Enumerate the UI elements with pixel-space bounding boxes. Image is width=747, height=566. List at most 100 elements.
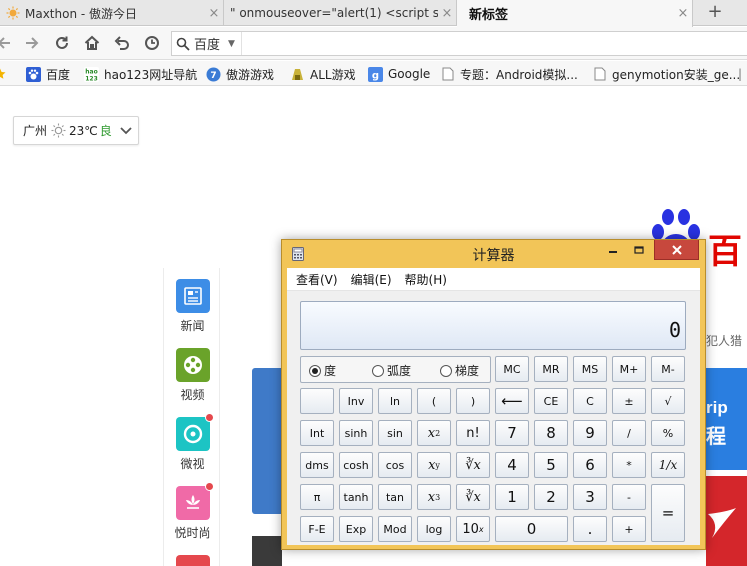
key-sqrt[interactable]: √ [651,388,685,414]
key-5[interactable]: 5 [534,452,568,478]
bookmark-hao123[interactable]: hao 123 hao123网址导航 [84,64,197,84]
key-3[interactable]: 3 [573,484,607,510]
key-factorial[interactable]: n! [456,420,490,446]
key-x-squared[interactable]: x2 [417,420,451,446]
home-button[interactable] [80,31,104,55]
key-mc[interactable]: MC [495,356,529,382]
maximize-button[interactable] [626,240,652,260]
tab-close-icon[interactable]: × [438,6,456,21]
key-exponent: 2 [435,428,441,438]
key-reciprocal[interactable]: 1/x [651,452,685,478]
radio-degrees[interactable]: 度 [309,362,336,379]
key-0[interactable]: 0 [495,516,568,542]
site-tile-red[interactable] [706,476,747,566]
undo-close-button[interactable] [110,31,134,55]
key-add[interactable]: + [612,516,646,542]
calculator-titlebar[interactable]: 计算器 [282,240,705,268]
address-bar[interactable]: 百度 ▼ [171,31,747,56]
key-multiply[interactable]: * [612,452,646,478]
key-pi[interactable]: π [300,484,334,510]
app-weishi[interactable]: 微视 [164,413,221,472]
key-ce[interactable]: CE [534,388,568,414]
key-rparen[interactable]: ) [456,388,490,414]
key-ln[interactable]: ln [378,388,412,414]
forward-button[interactable] [20,31,44,55]
key-tan[interactable]: tan [378,484,412,510]
minimize-button[interactable] [600,240,626,260]
key-ten-power-x[interactable]: 10 x [456,516,490,542]
key-mod[interactable]: Mod [378,516,412,542]
key-cube-root[interactable]: ∛x [456,484,490,510]
tab-maxthon[interactable]: Maxthon - 傲游今日 × [0,0,224,26]
bookmark-google[interactable]: g Google [368,64,430,84]
menu-view[interactable]: 查看(V) [296,271,338,288]
close-button[interactable] [654,240,699,260]
menu-edit[interactable]: 编辑(E) [351,271,392,288]
key-percent[interactable]: % [651,420,685,446]
address-input[interactable] [241,32,747,55]
key-subtract[interactable]: - [612,484,646,510]
bookmark-android-topic[interactable]: 专题：Android模拟... [440,64,578,84]
search-engine-selector[interactable]: 百度 ▼ [172,32,242,55]
key-decimal[interactable]: . [573,516,607,542]
key-m-plus[interactable]: M+ [612,356,646,382]
tab-new-active[interactable]: 新标签 × [457,0,693,27]
key-m-minus[interactable]: M- [651,356,685,382]
key-exp[interactable]: Exp [339,516,373,542]
key-divide[interactable]: / [612,420,646,446]
app-video[interactable]: 视频 [164,348,221,403]
new-tab-button[interactable]: + [700,0,730,26]
menu-help[interactable]: 帮助(H) [405,271,447,288]
refresh-button[interactable] [50,31,74,55]
site-tile-dark[interactable] [252,536,282,566]
bookmarks-overflow[interactable]: | [738,64,742,84]
key-6[interactable]: 6 [573,452,607,478]
key-c[interactable]: C [573,388,607,414]
key-y-root-x[interactable]: ∛x [456,452,490,478]
key-sin[interactable]: sin [378,420,412,446]
chevron-down-icon[interactable] [120,126,132,135]
app-partial[interactable] [164,555,221,566]
site-tile-blue[interactable] [252,368,282,514]
radio-radians[interactable]: 弧度 [372,362,411,379]
bookmarks-star[interactable] [0,64,6,84]
key-7[interactable]: 7 [495,420,529,446]
key-8[interactable]: 8 [534,420,568,446]
key-mr[interactable]: MR [534,356,568,382]
key-equals[interactable]: = [651,484,685,542]
key-1[interactable]: 1 [495,484,529,510]
key-backspace[interactable]: ⟵ [495,388,529,414]
key-2[interactable]: 2 [534,484,568,510]
key-x-cubed[interactable]: x3 [417,484,451,510]
key-4[interactable]: 4 [495,452,529,478]
tab-close-icon[interactable]: × [674,6,692,21]
key-inv[interactable]: Inv [339,388,373,414]
key-log[interactable]: log [417,516,451,542]
key-int[interactable]: Int [300,420,334,446]
bookmark-maxthon-game[interactable]: 7 傲游游戏 [206,64,274,84]
key-tanh[interactable]: tanh [339,484,373,510]
ctrip-tile[interactable]: rip 程 [706,368,747,470]
key-cos[interactable]: cos [378,452,412,478]
weather-widget[interactable]: 广州 23℃ 良 [13,116,139,145]
tab-xss[interactable]: " onmouseover="alert(1) <script s... × [224,0,457,26]
app-fashion[interactable]: 悦时尚 [164,482,221,541]
key-plus-minus[interactable]: ± [612,388,646,414]
key-sinh[interactable]: sinh [339,420,373,446]
history-button[interactable] [140,31,164,55]
key-9[interactable]: 9 [573,420,607,446]
bookmark-baidu[interactable]: 百度 [26,64,70,84]
key-lparen[interactable]: ( [417,388,451,414]
tab-close-icon[interactable]: × [205,6,223,21]
key-blank[interactable] [300,388,334,414]
bookmark-all-game[interactable]: ALL游戏 [290,64,356,84]
bookmark-genymotion[interactable]: genymotion安装_ge... [592,64,740,84]
back-button[interactable] [0,31,16,55]
key-cosh[interactable]: cosh [339,452,373,478]
radio-gradians[interactable]: 梯度 [440,362,479,379]
key-fe[interactable]: F-E [300,516,334,542]
app-news[interactable]: 新闻 [164,279,221,334]
key-ms[interactable]: MS [573,356,607,382]
key-dms[interactable]: dms [300,452,334,478]
key-x-power-y[interactable]: xy [417,452,451,478]
